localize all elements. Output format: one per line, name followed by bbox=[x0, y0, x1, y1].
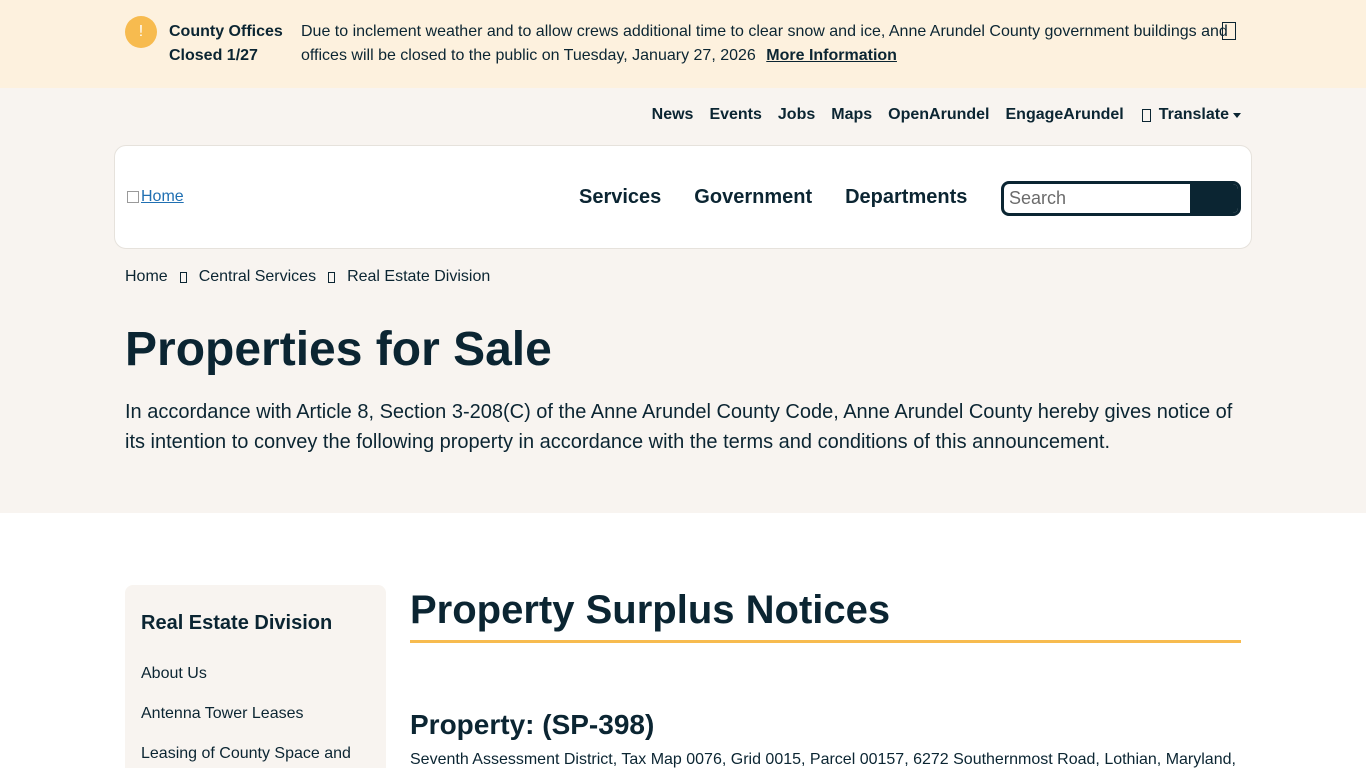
breadcrumb-real-estate-division: Real Estate Division bbox=[347, 268, 491, 285]
utility-link-jobs[interactable]: Jobs bbox=[778, 106, 815, 124]
alert-message: Due to inclement weather and to allow cr… bbox=[301, 20, 1231, 68]
translate-label: Translate bbox=[1158, 106, 1229, 123]
page-intro: In accordance with Article 8, Section 3-… bbox=[125, 401, 1233, 453]
section-title: Property Surplus Notices bbox=[410, 588, 891, 632]
chevron-right-icon bbox=[179, 271, 187, 283]
nav-services[interactable]: Services bbox=[579, 186, 661, 209]
section-divider bbox=[410, 640, 1241, 643]
breadcrumb-central-services[interactable]: Central Services bbox=[199, 268, 316, 286]
sidebar-item-antenna-tower-leases[interactable]: Antenna Tower Leases bbox=[141, 704, 351, 744]
alert-title: County Offices Closed 1/27 bbox=[169, 23, 283, 64]
nav-government[interactable]: Government bbox=[694, 186, 812, 209]
logo-image-icon bbox=[127, 191, 139, 203]
utility-link-maps[interactable]: Maps bbox=[831, 106, 872, 124]
close-icon[interactable] bbox=[1222, 22, 1236, 40]
utility-link-news[interactable]: News bbox=[652, 106, 694, 124]
utility-link-openarundel[interactable]: OpenArundel bbox=[888, 106, 989, 124]
sidebar-item-leasing-county-space[interactable]: Leasing of County Space and bbox=[141, 744, 351, 768]
breadcrumb-home[interactable]: Home bbox=[125, 268, 168, 286]
search-box bbox=[1001, 181, 1241, 216]
sidebar-title: Real Estate Division bbox=[141, 612, 333, 634]
property-description: Seventh Assessment District, Tax Map 007… bbox=[410, 751, 1236, 768]
home-logo-link[interactable]: Home bbox=[127, 188, 184, 206]
logo-alt-text: Home bbox=[141, 188, 184, 205]
caret-down-icon bbox=[1233, 112, 1241, 118]
search-button[interactable] bbox=[1190, 184, 1238, 213]
hero-section: News Events Jobs Maps OpenArundel Engage… bbox=[0, 88, 1366, 513]
nav-departments[interactable]: Departments bbox=[845, 186, 967, 209]
more-information-link[interactable]: More Information bbox=[766, 47, 897, 64]
alert-banner: ! County Offices Closed 1/27 Due to incl… bbox=[0, 0, 1366, 88]
utility-link-engagearundel[interactable]: EngageArundel bbox=[1006, 106, 1124, 124]
sidebar-list: About Us Antenna Tower Leases Leasing of… bbox=[141, 664, 351, 768]
main-nav: Services Government Departments bbox=[579, 186, 1000, 209]
property-title: Property: (SP-398) bbox=[410, 709, 655, 740]
site-header: Home Services Government Departments bbox=[114, 145, 1252, 249]
chevron-right-icon bbox=[328, 271, 336, 283]
translate-dropdown[interactable]: Translate bbox=[1141, 106, 1241, 124]
sidebar-nav: Real Estate Division About Us Antenna To… bbox=[125, 585, 386, 768]
sidebar-item-about-us[interactable]: About Us bbox=[141, 664, 351, 704]
utility-nav: News Events Jobs Maps OpenArundel Engage… bbox=[636, 106, 1241, 124]
utility-link-events[interactable]: Events bbox=[709, 106, 761, 124]
breadcrumb: Home Central Services Real Estate Divisi… bbox=[125, 268, 490, 286]
page-title: Properties for Sale bbox=[125, 323, 552, 376]
exclamation-icon: ! bbox=[125, 16, 157, 48]
globe-icon bbox=[1141, 108, 1151, 122]
search-input[interactable] bbox=[1004, 184, 1190, 213]
alert-message-text: Due to inclement weather and to allow cr… bbox=[301, 23, 1228, 64]
